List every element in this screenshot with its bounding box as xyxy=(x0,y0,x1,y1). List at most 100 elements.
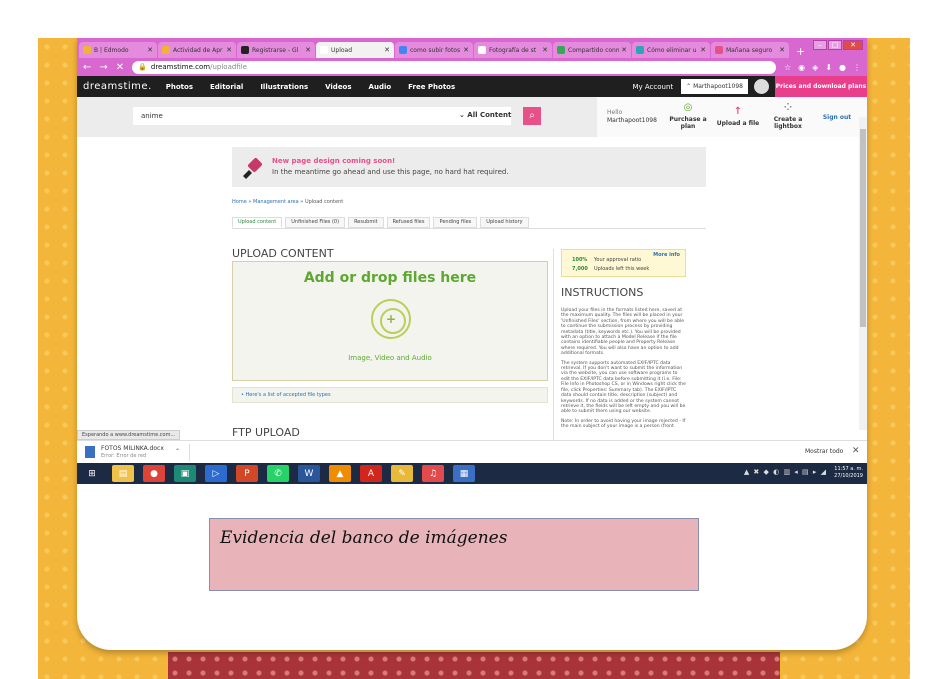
tabs-divider xyxy=(232,228,706,229)
app-blue-icon[interactable]: ▷ xyxy=(205,465,227,482)
page-scrollbar[interactable] xyxy=(859,117,867,430)
extension-icon[interactable]: ◉ xyxy=(798,63,805,72)
photos-icon[interactable]: ▦ xyxy=(453,465,475,482)
tab-resubmit[interactable]: Resubmit xyxy=(348,217,384,228)
avatar[interactable] xyxy=(754,79,769,94)
cart-icon: ◎ xyxy=(683,102,693,113)
file-drop-zone[interactable]: Add or drop files here + Image, Video an… xyxy=(232,261,548,381)
approval-ratio-value: 100% xyxy=(572,257,588,263)
search-input[interactable] xyxy=(133,107,511,125)
breadcrumb-management[interactable]: Management area xyxy=(253,199,299,205)
tab-upload-content[interactable]: Upload content xyxy=(232,217,283,228)
add-circle-icon[interactable]: + xyxy=(371,299,411,339)
drop-zone-title: Add or drop files here xyxy=(303,270,477,286)
maximize-icon[interactable]: □ xyxy=(828,40,842,50)
browser-tab[interactable]: Fotografía de st ✕ xyxy=(474,42,552,58)
whatsapp-icon[interactable]: ✆ xyxy=(267,465,289,482)
close-tab-icon[interactable]: ✕ xyxy=(542,46,548,54)
upload-file-button[interactable]: ↑ Upload a file xyxy=(713,106,763,127)
username-menu[interactable]: ⌃ Marthapoot1098 xyxy=(681,79,748,94)
menu-icon[interactable]: ⋮ xyxy=(853,63,861,72)
browser-tab[interactable]: Mañana seguro ✕ xyxy=(711,42,789,58)
tab-pending-files[interactable]: Pending files xyxy=(433,217,478,228)
close-tab-icon[interactable]: ✕ xyxy=(226,46,232,54)
browser-tab[interactable]: Registrarse - Gl ✕ xyxy=(237,42,315,58)
word-icon[interactable]: W xyxy=(298,465,320,482)
new-tab-button[interactable]: + xyxy=(790,45,811,58)
clock-date: 27/10/2019 xyxy=(834,473,863,479)
nav-videos[interactable]: Videos xyxy=(325,83,351,91)
slide-footer-strip xyxy=(168,652,780,679)
address-bar: ← → ✕ 🔒 dreamstime.com/uploadfile ☆ ◉ ◈ … xyxy=(77,58,867,76)
browser-tab[interactable]: Upload ✕ xyxy=(316,42,394,58)
file-explorer-icon[interactable]: ▤ xyxy=(112,465,134,482)
sign-out-link[interactable]: Sign out xyxy=(813,114,861,121)
tab-upload-history[interactable]: Upload history xyxy=(480,217,529,228)
nav-editorial[interactable]: Editorial xyxy=(210,83,243,91)
breadcrumb-separator: » xyxy=(248,199,252,205)
nav-illustrations[interactable]: Illustrations xyxy=(260,83,308,91)
nav-audio[interactable]: Audio xyxy=(369,83,392,91)
show-all-downloads-button[interactable]: Mostrar todo xyxy=(805,448,843,455)
acrobat-icon[interactable]: A xyxy=(360,465,382,482)
ftp-upload-heading: FTP UPLOAD xyxy=(232,426,300,439)
close-tab-icon[interactable]: ✕ xyxy=(779,46,785,54)
system-tray-icons[interactable]: ▲ ✖ ◆ ◐ ▥ ◂ ▤ ▸ ◢ xyxy=(744,468,827,476)
accepted-file-types-link[interactable]: • Here's a list of accepted file types xyxy=(232,387,548,403)
windows-start-icon[interactable]: ⊞ xyxy=(81,465,103,482)
purchase-plan-button[interactable]: ◎ Purchase a plan xyxy=(663,102,713,131)
content-filter-dropdown[interactable]: ⌄ All Content xyxy=(459,111,511,119)
close-tab-icon[interactable]: ✕ xyxy=(147,46,153,54)
music-icon[interactable]: ♫ xyxy=(422,465,444,482)
back-icon[interactable]: ← xyxy=(83,62,91,73)
taskbar-clock[interactable]: 11:57 a. m. 27/10/2019 xyxy=(834,466,863,480)
accepted-file-types-label: Here's a list of accepted file types xyxy=(245,392,331,398)
profile-icon[interactable]: ● xyxy=(839,63,846,72)
powerpoint-icon[interactable]: P xyxy=(236,465,258,482)
close-tab-icon[interactable]: ✕ xyxy=(621,46,627,54)
breadcrumb-home[interactable]: Home xyxy=(232,199,247,205)
close-tab-icon[interactable]: ✕ xyxy=(700,46,706,54)
close-window-icon[interactable]: ✕ xyxy=(843,40,863,50)
app-green-icon[interactable]: ▣ xyxy=(174,465,196,482)
browser-tab[interactable]: Compartido conm ✕ xyxy=(553,42,631,58)
browser-tab[interactable]: Actividad de Apr ✕ xyxy=(158,42,236,58)
window-controls: – □ ✕ xyxy=(813,40,863,50)
chevron-up-icon[interactable]: ⌃ xyxy=(175,448,180,455)
tab-unfinished-files[interactable]: Unfinished Files (0) xyxy=(285,217,346,228)
forward-icon[interactable]: → xyxy=(99,62,107,73)
dreamstime-logo[interactable]: dreamstime. xyxy=(77,81,166,92)
stop-loading-icon[interactable]: ✕ xyxy=(116,62,124,73)
search-button[interactable]: ⌕ xyxy=(523,107,541,125)
create-lightbox-button[interactable]: ⁘ Create a lightbox xyxy=(763,103,813,131)
breadcrumb: Home » Management area » Upload content xyxy=(232,199,343,205)
tab-refused-files[interactable]: Refused files xyxy=(386,217,431,228)
prices-button[interactable]: Prices and download plans xyxy=(775,76,867,97)
tab-label: Mañana seguro xyxy=(726,46,773,54)
uploads-left-row: 7,000 Uploads left this week xyxy=(572,266,649,272)
browser-tab[interactable]: Cómo eliminar u ✕ xyxy=(632,42,710,58)
paint-icon[interactable]: ✎ xyxy=(391,465,413,482)
site-top-nav: dreamstime. Photos Editorial Illustratio… xyxy=(77,76,867,97)
browser-tab[interactable]: como subir fotos ✕ xyxy=(395,42,473,58)
paint-brush-icon xyxy=(240,155,264,179)
my-account-link[interactable]: My Account xyxy=(632,83,673,91)
scrollbar-thumb[interactable] xyxy=(860,129,866,327)
download-file-name[interactable]: FOTOS MILINKA.docx xyxy=(101,445,164,452)
chrome-icon[interactable]: ● xyxy=(143,465,165,482)
browser-tab[interactable]: B | Edmodo ✕ xyxy=(79,42,157,58)
close-tab-icon[interactable]: ✕ xyxy=(463,46,469,54)
close-tab-icon[interactable]: ✕ xyxy=(384,46,390,54)
bookmark-star-icon[interactable]: ☆ xyxy=(784,63,791,72)
vlc-icon[interactable]: ▲ xyxy=(329,465,351,482)
nav-photos[interactable]: Photos xyxy=(166,83,193,91)
minimize-icon[interactable]: – xyxy=(813,40,827,50)
download-icon[interactable]: ⬇ xyxy=(825,63,832,72)
close-tab-icon[interactable]: ✕ xyxy=(305,46,311,54)
more-info-link[interactable]: More info xyxy=(653,252,680,258)
nav-free-photos[interactable]: Free Photos xyxy=(408,83,455,91)
extension-icon-2[interactable]: ◈ xyxy=(812,63,818,72)
tab-favicon-icon xyxy=(478,46,486,54)
url-field[interactable]: 🔒 dreamstime.com/uploadfile xyxy=(132,60,776,74)
close-download-shelf-icon[interactable]: ✕ xyxy=(852,446,860,456)
